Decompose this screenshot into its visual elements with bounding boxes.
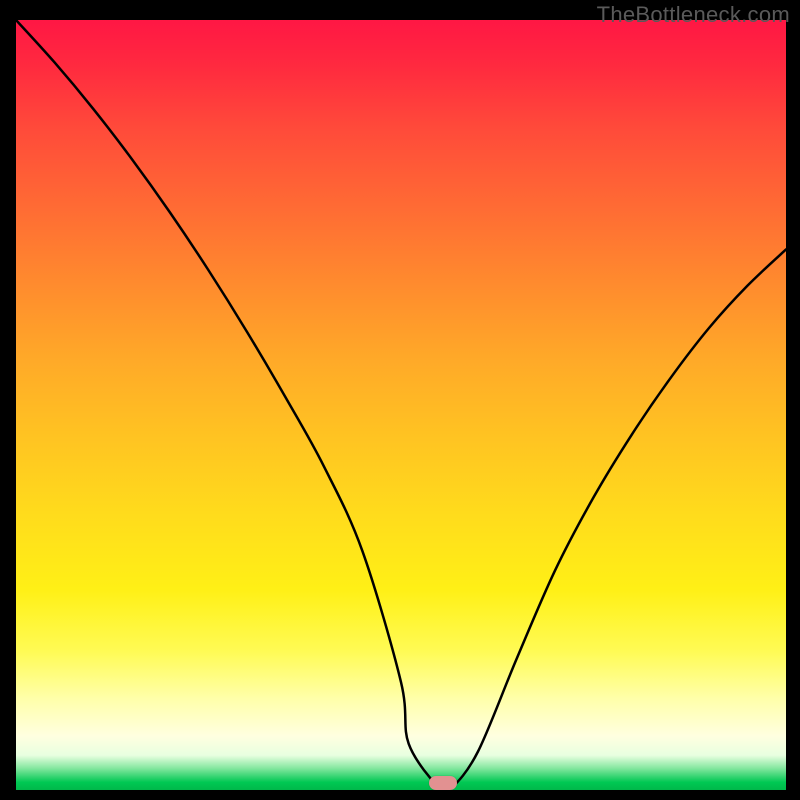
bottleneck-curve [16, 20, 786, 790]
bottleneck-marker [429, 776, 457, 790]
plot-area [16, 20, 786, 790]
chart-frame: TheBottleneck.com [0, 0, 800, 800]
attribution-text: TheBottleneck.com [597, 2, 790, 28]
